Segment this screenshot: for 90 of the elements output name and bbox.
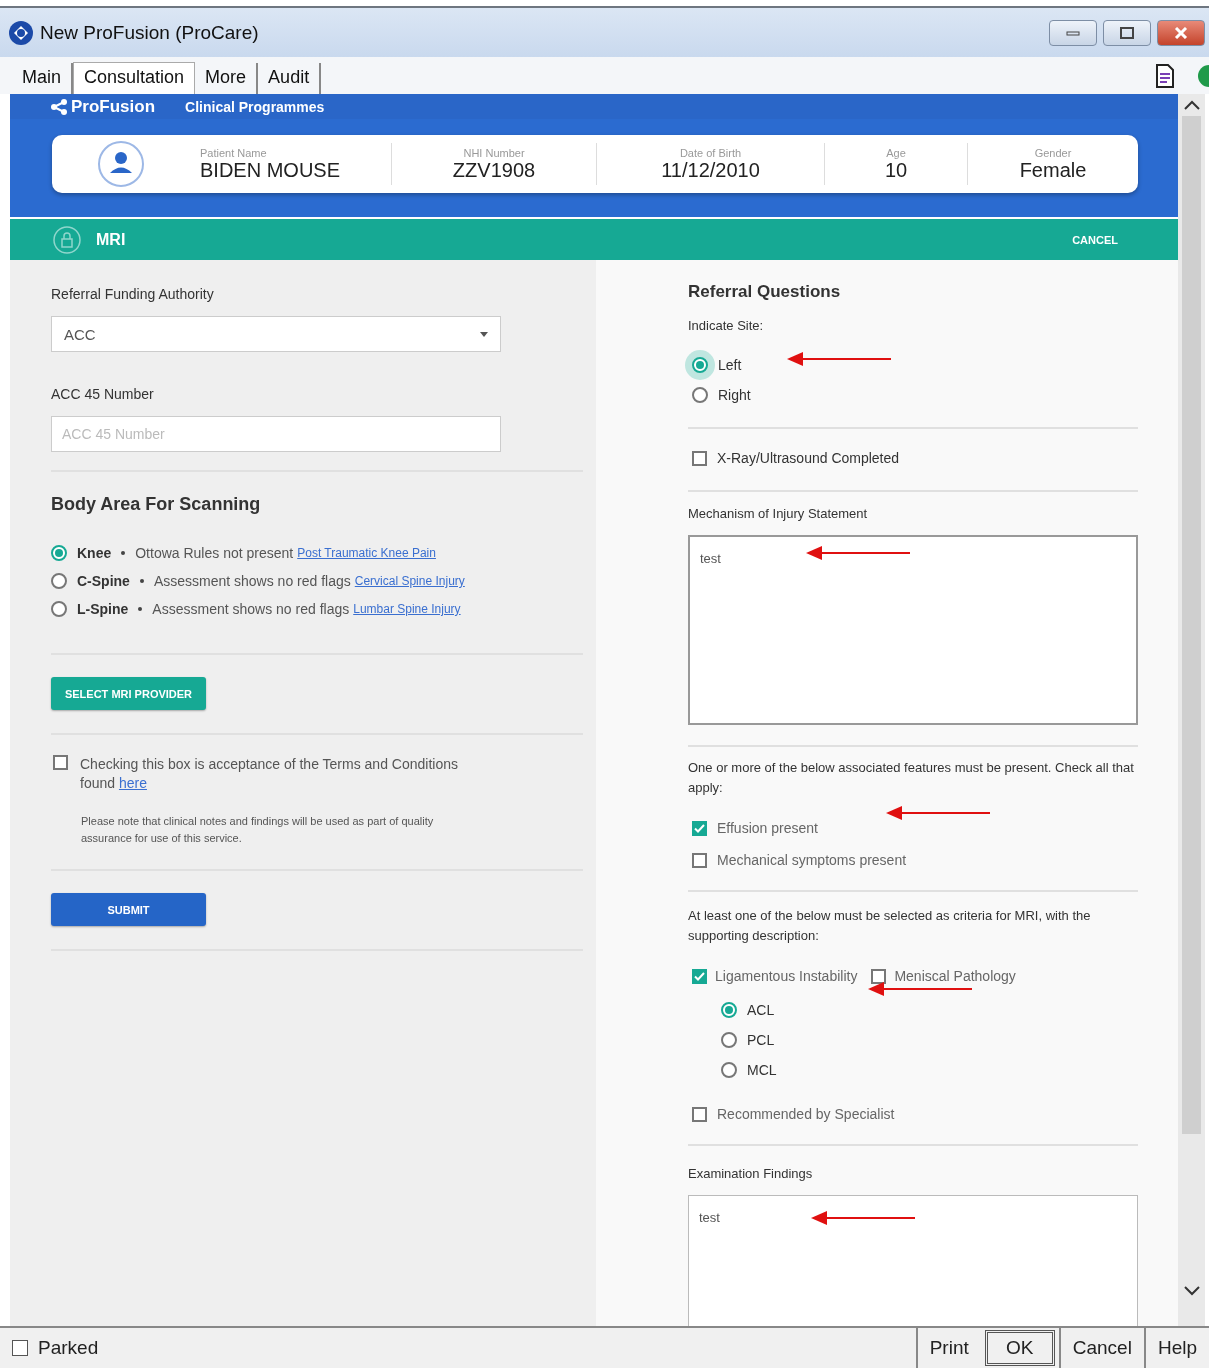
- option-note: Assessment shows no red flags: [153, 573, 351, 589]
- checkbox[interactable]: [692, 820, 707, 836]
- option-label: Meniscal Pathology: [894, 968, 1016, 984]
- bullet-icon: [121, 551, 126, 555]
- minimize-button[interactable]: [1049, 19, 1097, 46]
- checkbox[interactable]: [53, 755, 68, 770]
- text-area[interactable]: test: [688, 1195, 1138, 1326]
- radio-button[interactable]: [721, 1002, 737, 1018]
- scroll-up-icon[interactable]: [1182, 98, 1201, 112]
- field-value: ZZV1908: [452, 158, 536, 182]
- scrollbar-thumb[interactable]: [1182, 116, 1201, 1134]
- option-label: Mechanical symptoms present: [717, 852, 907, 868]
- dialog-button[interactable]: Cancel: [1058, 1328, 1144, 1368]
- field-label: ACC 45 Number: [51, 386, 155, 402]
- option-note: Ottowa Rules not present: [135, 545, 294, 561]
- notice-text: Please note that clinical notes and findings will be used as part of quality assurance for use of this service.: [81, 814, 435, 846]
- radio-button[interactable]: [721, 1032, 737, 1048]
- dropdown-caret-icon: [480, 331, 488, 337]
- bullet-icon: [138, 607, 143, 611]
- maximize-icon: [1120, 26, 1134, 39]
- nav-link[interactable]: Clinical Programmes: [185, 98, 325, 115]
- field-label: Age: [886, 146, 906, 159]
- submit-button[interactable]: SUBMIT: [51, 893, 206, 926]
- dialog-button[interactable]: Help: [1143, 1328, 1209, 1368]
- radio-button[interactable]: [721, 1062, 737, 1078]
- option-label: Left: [718, 357, 742, 373]
- document-icon[interactable]: [1155, 63, 1175, 88]
- funding-dropdown[interactable]: ACC: [51, 316, 501, 352]
- field-label: Referral Funding Authority: [51, 286, 215, 302]
- radio-button[interactable]: [51, 601, 67, 617]
- brand-link[interactable]: ProFusion: [50, 96, 156, 117]
- close-icon: [1174, 26, 1188, 39]
- option-label: Ligamentous Instability: [715, 968, 858, 984]
- option-label: X-Ray/Ultrasound Completed: [717, 450, 900, 466]
- field-label: Gender: [1034, 146, 1072, 159]
- option-label: Recommended by Specialist: [717, 1106, 895, 1122]
- option-label: PCL: [747, 1032, 775, 1048]
- maximize-button[interactable]: [1103, 19, 1151, 46]
- checkbox[interactable]: [12, 1340, 28, 1356]
- scroll-down-icon[interactable]: [1182, 1284, 1201, 1298]
- option-label: Right: [718, 387, 751, 403]
- section-title: MRI: [96, 230, 126, 249]
- bullet-icon: [139, 579, 144, 583]
- checkbox[interactable]: [692, 968, 707, 984]
- field-label: Mechanism of Injury Statement: [688, 506, 869, 521]
- dialog-button[interactable]: Print: [915, 1328, 981, 1368]
- checkbox[interactable]: [871, 968, 887, 984]
- terms-text: Checking this box is acceptance of the Terms and Conditions found here: [80, 755, 459, 793]
- checkbox[interactable]: [692, 450, 707, 466]
- radio-button[interactable]: [51, 573, 67, 589]
- option-label: L-Spine: [77, 601, 129, 617]
- radio-button[interactable]: [692, 387, 708, 403]
- share-icon: [50, 98, 68, 115]
- checkbox[interactable]: [692, 1106, 707, 1122]
- option-label: ACL: [747, 1002, 775, 1018]
- section-heading: Body Area For Scanning: [51, 494, 262, 515]
- guideline-link[interactable]: Lumbar Spine Injury: [353, 602, 461, 616]
- instruction-text: One or more of the below associated features must be present. Check all that apply:: [688, 759, 1135, 797]
- field-label: Examination Findings: [688, 1166, 814, 1181]
- option-note: Assessment shows no red flags: [152, 601, 350, 617]
- field-label: Date of Birth: [679, 146, 742, 159]
- option-label: Knee: [77, 545, 112, 561]
- menu-tab[interactable]: Consultation: [73, 62, 196, 94]
- option-label: MCL: [747, 1062, 777, 1078]
- field-label: NHI Number: [463, 146, 525, 159]
- user-icon: [97, 140, 145, 188]
- guideline-link[interactable]: Cervical Spine Injury: [354, 574, 465, 588]
- field-label: Indicate Site:: [688, 318, 765, 333]
- window-title: New ProFusion (ProCare): [40, 21, 259, 44]
- field-value: Female: [1019, 158, 1087, 182]
- dialog-button[interactable]: OK: [984, 1330, 1055, 1366]
- lock-icon: [52, 224, 82, 255]
- text-area[interactable]: test: [688, 535, 1138, 725]
- option-label: Effusion present: [717, 820, 818, 836]
- field-value: BIDEN MOUSE: [200, 158, 341, 182]
- terms-link[interactable]: here: [118, 775, 147, 791]
- option-label: C-Spine: [77, 573, 130, 589]
- instruction-text: At least one of the below must be selected as criteria for MRI, with the supporting description:: [688, 907, 1092, 945]
- radio-button[interactable]: [51, 545, 67, 561]
- checkbox[interactable]: [692, 852, 707, 868]
- field-label: Patient Name: [200, 146, 267, 159]
- section-heading: Referral Questions: [688, 282, 842, 302]
- input-field[interactable]: ACC 45 Number: [51, 416, 501, 452]
- app-icon: [8, 19, 34, 46]
- field-value: 10: [884, 158, 908, 182]
- close-button[interactable]: [1157, 19, 1205, 46]
- minimize-icon: [1066, 29, 1080, 36]
- checkbox-label: Parked: [38, 1337, 99, 1359]
- guideline-link[interactable]: Post Traumatic Knee Pain: [297, 546, 436, 560]
- field-value: 11/12/2010: [661, 158, 760, 182]
